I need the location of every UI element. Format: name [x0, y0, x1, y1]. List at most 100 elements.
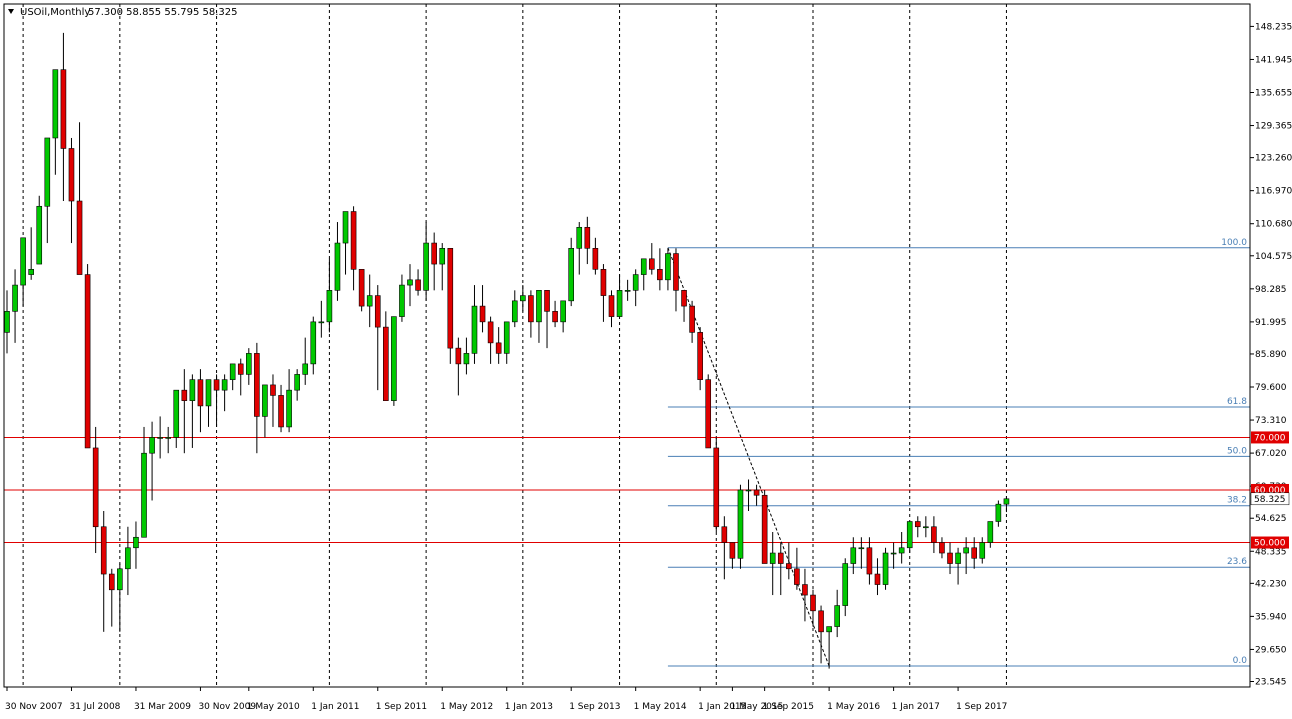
- candle-body: [544, 290, 550, 312]
- candle-body: [237, 363, 244, 375]
- y-tick-label: 129.365: [1255, 122, 1292, 132]
- candle-body: [68, 148, 75, 202]
- candle-body: [673, 253, 679, 291]
- candle-body: [254, 353, 260, 417]
- candle-body: [560, 300, 566, 323]
- candle-body: [189, 379, 196, 401]
- x-tick-label: 1 Jan 2013: [505, 702, 553, 712]
- candle-body: [133, 536, 139, 549]
- candle-body: [552, 311, 558, 323]
- candle-body: [616, 290, 623, 317]
- candle-body: [246, 353, 252, 375]
- candle-body: [1003, 498, 1010, 505]
- candle-body: [407, 279, 413, 286]
- candle-body: [28, 269, 34, 275]
- candle-body: [383, 326, 389, 401]
- candle-body: [495, 342, 502, 354]
- y-tick-label: 148.235: [1255, 22, 1292, 32]
- candle-body: [931, 526, 937, 543]
- candle-body: [963, 547, 969, 554]
- candle-body: [92, 447, 99, 528]
- candle-body: [334, 242, 341, 291]
- candle-body: [487, 321, 494, 344]
- candle-body: [705, 379, 712, 449]
- y-tick-label: 67.020: [1255, 449, 1287, 459]
- x-tick-label: 31 Mar 2009: [134, 702, 191, 712]
- candle-body: [600, 269, 607, 296]
- candle-body: [20, 237, 26, 286]
- candle-body: [745, 489, 752, 492]
- candle-body: [689, 305, 695, 333]
- candle-body: [971, 547, 978, 559]
- candle-body: [898, 547, 905, 554]
- candle-body: [939, 542, 945, 554]
- candle-body: [979, 542, 986, 559]
- y-tick-label: 135.655: [1255, 89, 1292, 99]
- candle-body: [60, 69, 67, 149]
- candle-body: [987, 521, 994, 543]
- ohlc-readout: 57.300 58.855 55.795 58.325: [88, 7, 238, 18]
- candle-body: [326, 290, 333, 323]
- candle-body: [294, 374, 300, 391]
- candle-body: [12, 284, 18, 312]
- x-tick-label: 1 May 2014: [634, 702, 687, 712]
- candle-body: [391, 316, 397, 401]
- fib-level-label: 0.0: [1233, 656, 1248, 666]
- y-tick-label: 91.995: [1255, 318, 1287, 328]
- fib-level-label: 50.0: [1227, 446, 1247, 456]
- candle-body: [173, 389, 180, 438]
- y-tick-label: 104.575: [1255, 252, 1292, 262]
- candle-body: [197, 379, 204, 407]
- candle-body: [826, 626, 832, 633]
- candle-body: [358, 269, 365, 307]
- x-tick-label: 1 Sep 2017: [956, 702, 1007, 712]
- candle-body: [117, 568, 123, 591]
- candle-body: [834, 605, 840, 627]
- x-tick-label: 1 May 2010: [247, 702, 300, 712]
- candle-body: [777, 552, 784, 564]
- candle-body: [520, 295, 526, 302]
- candle-body: [584, 226, 591, 249]
- candle-body: [794, 568, 800, 585]
- candle-body: [511, 300, 518, 323]
- candle-body: [657, 269, 663, 281]
- y-tick-label: 110.680: [1255, 220, 1292, 230]
- y-tick-label: 123.260: [1255, 154, 1292, 164]
- candle-body: [52, 69, 59, 139]
- candle-body: [769, 552, 776, 564]
- candle-body: [374, 295, 381, 328]
- y-tick-label: 85.890: [1255, 350, 1287, 360]
- candle-body: [108, 573, 115, 591]
- candle-body: [431, 242, 437, 265]
- candle-body: [213, 379, 220, 391]
- candle-body: [906, 521, 913, 549]
- candle-body: [592, 248, 599, 270]
- candle-body: [995, 503, 1002, 522]
- fib-level-label: 23.6: [1227, 557, 1247, 567]
- candle-body: [721, 526, 728, 543]
- candle-body: [84, 274, 91, 449]
- candle-body: [141, 452, 147, 538]
- candle-body: [923, 526, 929, 529]
- candle-body: [342, 211, 349, 244]
- candle-body: [503, 321, 510, 354]
- x-tick-label: 1 Sep 2013: [569, 702, 620, 712]
- candle-body: [415, 279, 421, 291]
- y-tick-label: 98.285: [1255, 285, 1287, 295]
- y-tick-label: 48.335: [1255, 547, 1287, 557]
- candle-body: [874, 573, 881, 585]
- candle-body: [890, 552, 897, 555]
- price-badge-label: 50.000: [1254, 539, 1286, 549]
- candle-body: [439, 248, 446, 265]
- current-price-label: 58.325: [1254, 495, 1286, 505]
- candle-body: [536, 290, 542, 323]
- candle-body: [632, 274, 639, 291]
- candle-body: [149, 437, 155, 454]
- candle-body: [818, 610, 824, 633]
- x-tick-label: 31 Jul 2008: [69, 702, 120, 712]
- y-tick-label: 54.625: [1255, 514, 1287, 524]
- candle-body: [850, 547, 857, 564]
- x-tick-label: 1 May 2016: [827, 702, 880, 712]
- candle-body: [640, 258, 647, 275]
- price-chart[interactable]: 100.061.850.038.223.60.0 148.235141.9451…: [0, 0, 1292, 719]
